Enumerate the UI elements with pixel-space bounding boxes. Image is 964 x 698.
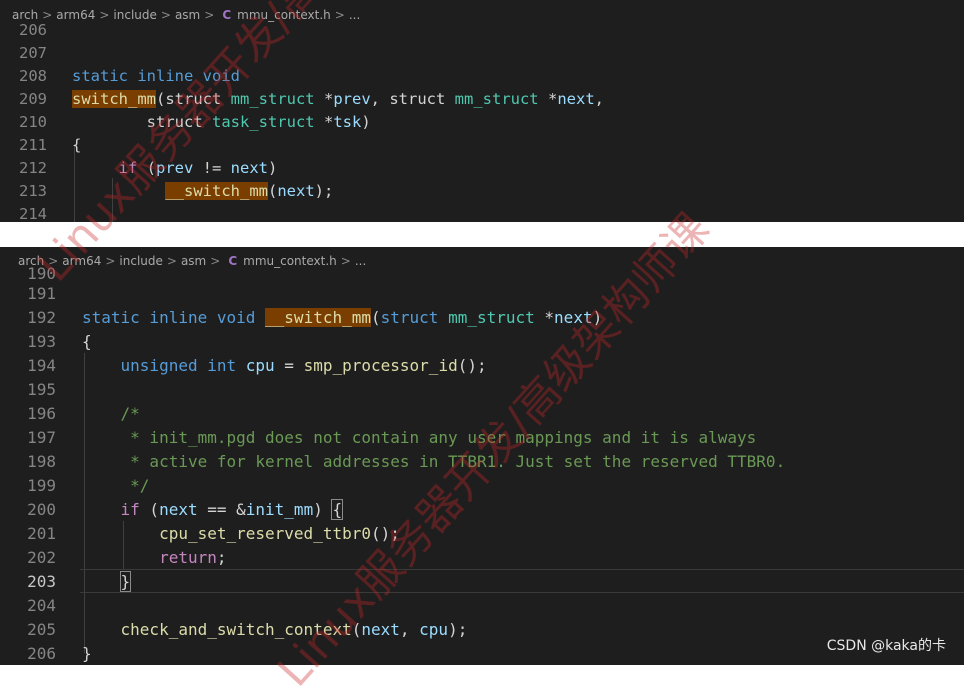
line-number: 194 — [27, 356, 56, 375]
code-line[interactable]: 199 */ — [0, 474, 964, 498]
code-text: __switch_mm(next); — [165, 182, 334, 200]
line-number: 206 — [19, 21, 47, 39]
code-line[interactable]: 198 * active for kernel addresses in TTB… — [0, 450, 964, 474]
code-line[interactable]: 191 — [0, 282, 964, 306]
line-number: 198 — [27, 452, 56, 471]
code-line[interactable]: 206} — [0, 642, 964, 665]
line-number: 205 — [27, 620, 56, 639]
line-number: 202 — [27, 548, 56, 567]
editor-pane-bottom: arch > arm64 > include > asm > C mmu_con… — [0, 247, 964, 665]
line-number: 210 — [19, 113, 47, 131]
code-text: switch_mm(struct mm_struct *prev, struct… — [72, 90, 604, 108]
code-line[interactable]: 210 struct task_struct *tsk) — [0, 111, 964, 134]
code-text: if (prev != next) — [118, 159, 278, 177]
line-number: 208 — [19, 67, 47, 85]
line-number: 196 — [27, 404, 56, 423]
line-number: 204 — [27, 596, 56, 615]
code-line[interactable]: 196 /* — [0, 402, 964, 426]
code-text: if (next == &init_mm) { — [120, 499, 344, 520]
csdn-attribution: CSDN @kaka的卡 — [826, 638, 946, 654]
code-text: check_and_switch_context(next, cpu); — [120, 620, 468, 639]
line-number: 207 — [19, 44, 47, 62]
code-text: { — [82, 332, 92, 351]
code-text: /* — [120, 404, 140, 423]
code-line[interactable]: 213 __switch_mm(next); — [0, 180, 964, 203]
code-line[interactable]: 200 if (next == &init_mm) { — [0, 498, 964, 522]
code-text: * active for kernel addresses in TTBR1. … — [82, 452, 786, 471]
code-line[interactable]: 209 switch_mm(struct mm_struct *prev, str… — [0, 88, 964, 111]
code-text: } — [119, 571, 132, 592]
screenshot-divider — [0, 222, 964, 247]
code-line[interactable]: 205 check_and_switch_context(next, cpu); — [0, 618, 964, 642]
code-line[interactable]: 192 static inline void __switch_mm(struct… — [0, 306, 964, 330]
code-line[interactable]: 195 — [0, 378, 964, 402]
code-line[interactable]: 208 static inline void — [0, 65, 964, 88]
code-text: { — [72, 136, 82, 154]
code-line[interactable]: 204 — [0, 594, 964, 618]
line-number: 209 — [19, 90, 47, 108]
code-line[interactable]: 214 — [0, 203, 964, 222]
code-text: static inline void __switch_mm(struct mm… — [82, 308, 603, 327]
line-number: 195 — [27, 380, 56, 399]
code-text: static inline void — [72, 67, 240, 85]
code-line[interactable]: 197 * init_mm.pgd does not contain any u… — [0, 426, 964, 450]
code-text: unsigned int cpu = smp_processor_id(); — [120, 356, 487, 375]
line-number: 213 — [19, 182, 47, 200]
code-text: return; — [159, 548, 227, 567]
code-line-current[interactable]: 203 } — [0, 570, 964, 594]
code-line[interactable]: 212 if (prev != next) — [0, 157, 964, 180]
line-number: 193 — [27, 332, 56, 351]
code-line[interactable]: 206 — [0, 19, 964, 42]
code-line[interactable]: 211 { — [0, 134, 964, 157]
code-line[interactable]: 207 — [0, 42, 964, 65]
code-text: * init_mm.pgd does not contain any user … — [82, 428, 757, 447]
line-number: 214 — [19, 205, 47, 222]
code-line[interactable]: 201 cpu_set_reserved_ttbr0(); — [0, 522, 964, 546]
code-line[interactable]: 202 return; — [0, 546, 964, 570]
line-number: 192 — [27, 308, 56, 327]
line-number: 197 — [27, 428, 56, 447]
line-number: 199 — [27, 476, 56, 495]
line-number: 200 — [27, 500, 56, 519]
line-number: 211 — [19, 136, 47, 154]
code-line[interactable]: 193 { — [0, 330, 964, 354]
code-line[interactable]: 194 unsigned int cpu = smp_processor_id(… — [0, 354, 964, 378]
line-number: 191 — [27, 284, 56, 303]
editor-pane-top: arch > arm64 > include > asm > C mmu_con… — [0, 0, 964, 222]
line-number: 212 — [19, 159, 47, 177]
code-text: */ — [82, 476, 150, 495]
code-text: } — [82, 644, 92, 663]
code-text: cpu_set_reserved_ttbr0(); — [159, 524, 400, 543]
line-number: 203 — [27, 572, 56, 591]
line-number: 206 — [27, 644, 56, 663]
code-text: struct task_struct *tsk) — [72, 113, 371, 131]
line-number: 201 — [27, 524, 56, 543]
